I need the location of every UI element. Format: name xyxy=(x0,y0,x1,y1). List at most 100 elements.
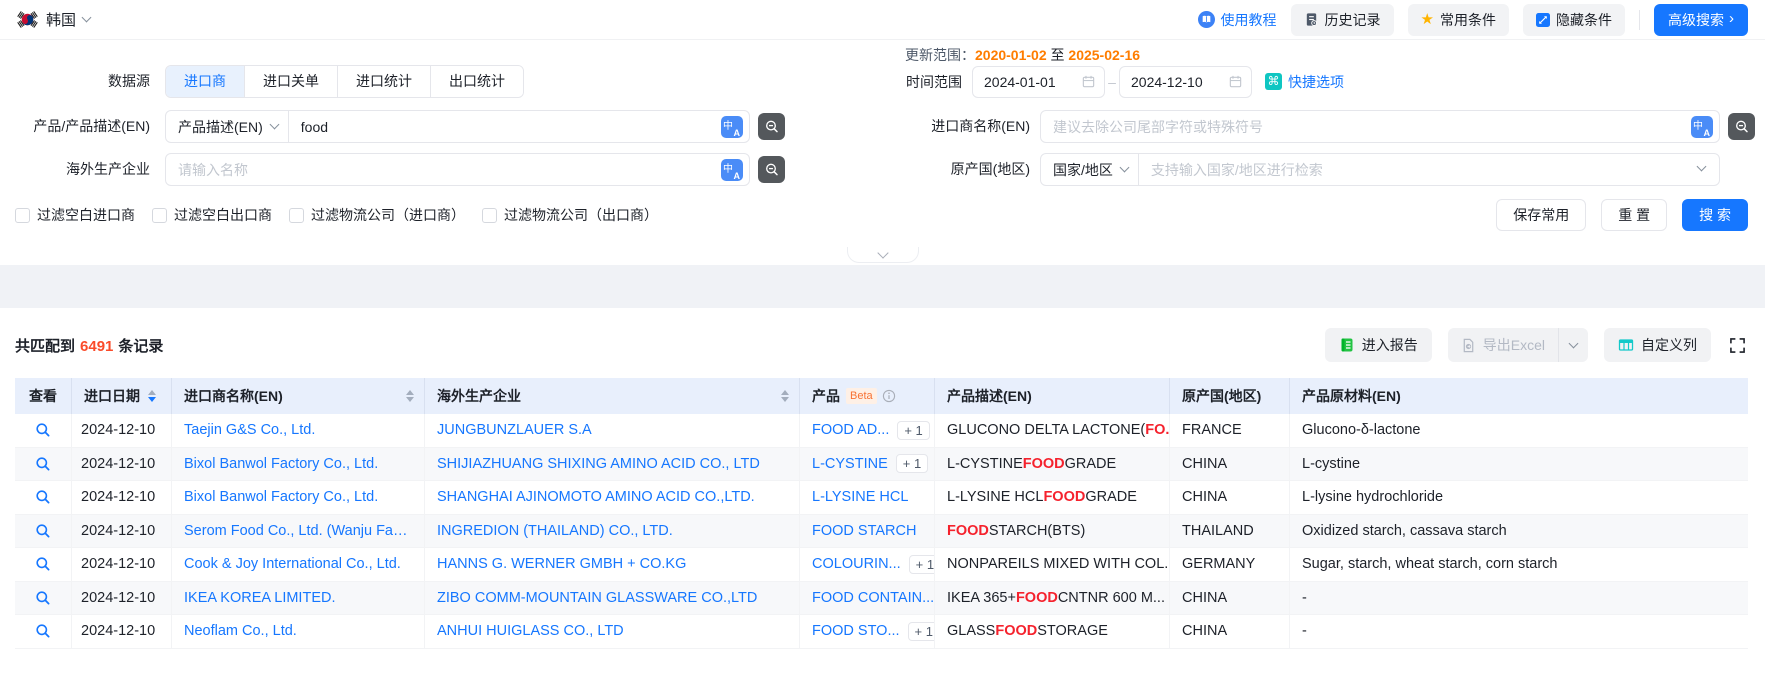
exclude-search-button[interactable] xyxy=(1728,113,1755,140)
more-count-badge[interactable]: + 1 xyxy=(909,555,935,574)
manufacturer-link[interactable]: SHANGHAI AJINOMOTO AMINO ACID CO.,LTD. xyxy=(437,489,755,505)
product-link[interactable]: L-CYSTINE xyxy=(812,456,888,472)
header-view: 查看 xyxy=(15,378,72,414)
customize-columns-button[interactable]: 自定义列 xyxy=(1604,328,1711,362)
country-switcher[interactable]: 韩国 xyxy=(16,8,90,31)
datasource-label: 数据源 xyxy=(0,65,150,98)
product-link[interactable]: L-LYSINE HCL xyxy=(812,489,908,505)
arrow-right-icon: › xyxy=(1729,10,1734,27)
material-cell: Glucono-δ-lactone xyxy=(1290,414,1748,447)
history-button[interactable]: 历史记录 xyxy=(1291,4,1394,36)
manufacturer-link[interactable]: JUNGBUNZLAUER S.A xyxy=(437,422,592,438)
import-date-cell: 2024-12-10 xyxy=(72,448,172,481)
checkbox-icon[interactable] xyxy=(152,208,167,223)
view-search-icon[interactable] xyxy=(35,623,51,639)
sort-import-date[interactable] xyxy=(148,390,156,402)
exclude-search-button[interactable] xyxy=(758,156,785,183)
date-to-input[interactable]: 2024-12-10 xyxy=(1119,66,1252,98)
date-from-input[interactable]: 2024-01-01 xyxy=(972,66,1105,98)
manufacturer-link[interactable]: ZIBO COMM-MOUNTAIN GLASSWARE CO.,LTD xyxy=(437,590,757,606)
hide-conditions-button[interactable]: 隐藏条件 xyxy=(1523,4,1625,36)
more-count-badge[interactable]: + 1 xyxy=(908,622,935,641)
view-search-icon[interactable] xyxy=(35,590,51,606)
enter-report-button[interactable]: 进入报告 xyxy=(1325,328,1432,362)
header-manufacturer: 海外生产企业 xyxy=(425,378,800,414)
importer-cell: Serom Food Co., Ltd. (Wanju Fact... xyxy=(172,515,425,548)
importer-link[interactable]: Bixol Banwol Factory Co., Ltd. xyxy=(184,456,378,472)
product-link[interactable]: FOOD CONTAIN... xyxy=(812,590,934,606)
collapse-panel-handle[interactable] xyxy=(847,247,919,263)
translate-icon[interactable]: 中A xyxy=(1691,116,1713,138)
description-cell: GLASS FOOD STORAGE xyxy=(935,615,1170,648)
more-count-badge[interactable]: + 1 xyxy=(896,454,928,473)
view-search-icon[interactable] xyxy=(35,489,51,505)
tutorial-link[interactable]: 使用教程 xyxy=(1198,10,1277,30)
manufacturer-link[interactable]: ANHUI HUIGLASS CO., LTD xyxy=(437,623,624,639)
datasource-tab-0[interactable]: 进口商 xyxy=(166,66,245,97)
importer-search-input[interactable] xyxy=(1041,111,1719,142)
product-link[interactable]: FOOD AD... xyxy=(812,422,889,438)
product-link[interactable]: COLOURIN... xyxy=(812,556,901,572)
quick-options-link[interactable]: ⌘ 快捷选项 xyxy=(1265,72,1344,92)
checkbox-icon[interactable] xyxy=(15,208,30,223)
origin-country-cell: CHINA xyxy=(1170,615,1290,648)
material-cell: - xyxy=(1290,582,1748,615)
manufacturer-link[interactable]: INGREDION (THAILAND) CO., LTD. xyxy=(437,523,673,539)
origin-type-select[interactable]: 国家/地区 xyxy=(1041,154,1139,185)
importer-link[interactable]: IKEA KOREA LIMITED. xyxy=(184,590,336,606)
manufacturer-search-input[interactable] xyxy=(166,154,749,185)
filter-checkbox-3[interactable]: 过滤物流公司（出口商） xyxy=(482,205,658,225)
export-options-dropdown[interactable] xyxy=(1558,328,1588,362)
product-link[interactable]: FOOD STARCH xyxy=(812,523,916,539)
importer-link[interactable]: Taejin G&S Co., Ltd. xyxy=(184,422,315,438)
datasource-tab-1[interactable]: 进口关单 xyxy=(245,66,338,97)
header-origin: 原产国(地区) xyxy=(1170,378,1290,414)
importer-link[interactable]: Neoflam Co., Ltd. xyxy=(184,623,297,639)
exclude-search-button[interactable] xyxy=(758,113,785,140)
search-button[interactable]: 搜 索 xyxy=(1682,199,1748,231)
manufacturer-link[interactable]: HANNS G. WERNER GMBH + CO.KG xyxy=(437,556,686,572)
filter-checkbox-0[interactable]: 过滤空白进口商 xyxy=(15,205,135,225)
importer-link[interactable]: Cook & Joy International Co., Ltd. xyxy=(184,556,401,572)
keyword-highlight: FOOD xyxy=(1016,590,1058,606)
filter-checkbox-1[interactable]: 过滤空白出口商 xyxy=(152,205,272,225)
update-range: 更新范围：2020-01-02 至 2025-02-16 xyxy=(905,45,1140,65)
view-search-icon[interactable] xyxy=(35,422,51,438)
product-link[interactable]: FOOD STO... xyxy=(812,623,900,639)
manufacturer-cell: JUNGBUNZLAUER S.A xyxy=(425,414,800,447)
checkbox-icon[interactable] xyxy=(482,208,497,223)
importer-link[interactable]: Bixol Banwol Factory Co., Ltd. xyxy=(184,489,378,505)
translate-icon[interactable]: 中A xyxy=(721,116,743,138)
sort-importer[interactable] xyxy=(406,390,414,402)
favorites-button[interactable]: ★ 常用条件 xyxy=(1408,4,1509,36)
history-icon xyxy=(1304,12,1319,27)
filter-checkbox-2[interactable]: 过滤物流公司（进口商） xyxy=(289,205,465,225)
importer-link[interactable]: Serom Food Co., Ltd. (Wanju Fact... xyxy=(184,523,414,539)
view-search-icon[interactable] xyxy=(35,556,51,572)
product-field-select[interactable]: 产品描述(EN) xyxy=(166,111,289,142)
translate-icon[interactable]: 中A xyxy=(721,159,743,181)
reset-button[interactable]: 重 置 xyxy=(1601,199,1667,231)
save-favorite-button[interactable]: 保存常用 xyxy=(1496,199,1586,231)
import-date-cell: 2024-12-10 xyxy=(72,481,172,514)
view-cell xyxy=(15,548,72,581)
info-icon[interactable] xyxy=(882,389,896,403)
advanced-search-button[interactable]: 高级搜索 › xyxy=(1654,4,1748,36)
material-cell: - xyxy=(1290,615,1748,648)
description-cell: NONPAREILS MIXED WITH COL... xyxy=(935,548,1170,581)
product-search-input[interactable] xyxy=(289,111,749,142)
manufacturer-link[interactable]: SHIJIAZHUANG SHIXING AMINO ACID CO., LTD xyxy=(437,456,760,472)
fullscreen-button[interactable] xyxy=(1727,335,1748,356)
sort-manufacturer[interactable] xyxy=(781,390,789,402)
results-summary: 共匹配到6491条记录 xyxy=(15,335,163,356)
product-cell: L-LYSINE HCL xyxy=(800,481,935,514)
export-excel-button[interactable]: 导出Excel xyxy=(1448,328,1558,362)
importer-cell: Cook & Joy International Co., Ltd. xyxy=(172,548,425,581)
datasource-tab-3[interactable]: 出口统计 xyxy=(431,66,523,97)
checkbox-icon[interactable] xyxy=(289,208,304,223)
view-search-icon[interactable] xyxy=(35,523,51,539)
origin-search-input[interactable] xyxy=(1139,154,1719,185)
view-search-icon[interactable] xyxy=(35,456,51,472)
more-count-badge[interactable]: + 1 xyxy=(897,421,929,440)
datasource-tab-2[interactable]: 进口统计 xyxy=(338,66,431,97)
